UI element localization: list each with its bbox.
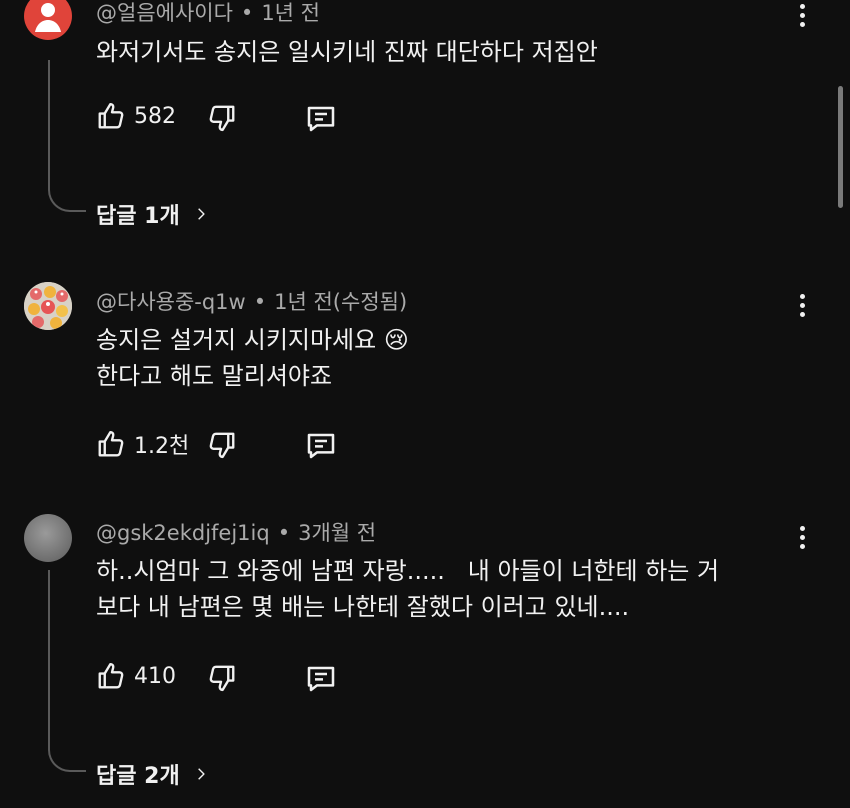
dislike-button[interactable] [207,103,237,133]
comment-text: 와저기서도 송지은 일시키네 진짜 대단하다 저집안 [96,34,598,70]
avatar[interactable] [24,514,72,562]
reply-button[interactable] [304,429,338,461]
comment-time[interactable]: 3개월 전 [298,521,376,545]
dislike-button[interactable] [207,430,237,460]
cupcakes-avatar-image [24,282,72,330]
chevron-right-icon [194,764,208,784]
comment-line: 하..시엄마 그 와중에 남편 자랑..... 내 아들이 너한테 하는 거 [96,557,720,585]
avatar[interactable] [24,0,72,40]
meta-separator: • [277,521,291,545]
comment-item: @얼음에사이다 • 1년 전 와저기서도 송지은 일시키네 진짜 대단하다 저집안 … [0,0,850,240]
comment-line: 보다 내 남편은 몇 배는 나한테 잘했다 이러고 있네.... [96,593,630,621]
like-button[interactable]: 1.2천 [96,428,189,460]
comment-time[interactable]: 1년 전(수정됨) [274,290,407,314]
like-button[interactable]: 410 [96,661,176,691]
like-button[interactable]: 582 [96,101,176,131]
reply-icon [304,429,338,461]
comment-meta: @얼음에사이다 • 1년 전 [96,0,320,27]
thread-line [48,570,86,772]
reply-button[interactable] [304,102,338,134]
comment-text: 하..시엄마 그 와중에 남편 자랑..... 내 아들이 너한테 하는 거 보… [96,553,719,625]
replies-label: 답글 1개 [96,204,180,229]
meta-separator: • [253,290,267,314]
thumbs-up-icon [96,661,126,691]
comment-meta: @다사용중-q1w • 1년 전(수정됨) [96,286,407,316]
thumbs-down-icon [207,430,237,460]
like-count: 1.2천 [134,434,190,459]
more-vert-icon[interactable] [790,522,814,558]
replies-label: 답글 2개 [96,764,180,789]
thumbs-up-icon [96,429,126,459]
comment-author[interactable]: @gsk2ekdjfej1iq [96,521,270,545]
comment-item: @gsk2ekdjfej1iq • 3개월 전 하..시엄마 그 와중에 남편 자랑… [0,500,850,808]
reply-icon [304,662,338,694]
comment-time[interactable]: 1년 전 [261,1,320,25]
more-vert-icon[interactable] [790,290,814,326]
default-avatar-icon [35,3,61,32]
chevron-right-icon [194,204,208,224]
more-vert-icon[interactable] [790,0,814,36]
comment-author[interactable]: @다사용중-q1w [96,290,246,314]
thumbs-up-icon [96,101,126,131]
thumbs-down-icon [207,103,237,133]
view-replies-button[interactable]: 답글 2개 [96,758,208,790]
thread-line [48,60,86,212]
avatar[interactable] [24,282,72,330]
comment-line: 송지은 설거지 시키지마세요 😢 [96,326,409,354]
reply-button[interactable] [304,662,338,694]
comment-author[interactable]: @얼음에사이다 [96,1,233,25]
comment-text: 송지은 설거지 시키지마세요 😢 한다고 해도 말리셔야죠 [96,322,409,394]
like-count: 410 [134,663,176,689]
like-count: 582 [134,103,176,129]
comment-meta: @gsk2ekdjfej1iq • 3개월 전 [96,517,376,547]
comment-line: 한다고 해도 말리셔야죠 [96,362,333,390]
thumbs-down-icon [207,663,237,693]
dislike-button[interactable] [207,663,237,693]
comment-line: 와저기서도 송지은 일시키네 진짜 대단하다 저집안 [96,38,598,66]
view-replies-button[interactable]: 답글 1개 [96,198,208,230]
reply-icon [304,102,338,134]
meta-separator: • [240,1,254,25]
comment-item: @다사용중-q1w • 1년 전(수정됨) 송지은 설거지 시키지마세요 😢 한다고… [0,270,850,470]
